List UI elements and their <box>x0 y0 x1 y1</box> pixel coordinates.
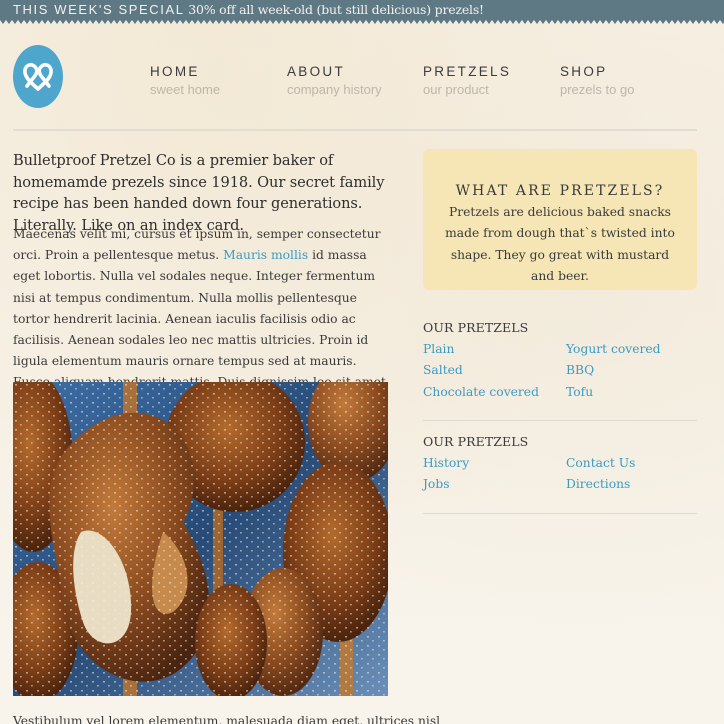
link-directions[interactable]: Directions <box>566 477 630 491</box>
promo-text: 30% off all week-old (but still deliciou… <box>188 2 484 17</box>
link-jobs[interactable]: Jobs <box>423 477 450 491</box>
link-contact-us[interactable]: Contact Us <box>566 456 635 470</box>
link-yogurt-covered[interactable]: Yogurt covered <box>566 342 661 356</box>
promo-bar-zigzag-edge <box>0 20 724 24</box>
infobox-text: Pretzels are delicious baked snacks made… <box>445 205 675 284</box>
nav-pretzels[interactable]: PRETZELS our product <box>423 64 511 98</box>
nav-pretzels-title: PRETZELS <box>423 64 512 79</box>
footer-paragraph: Vestibulum vel lorem elementum, malesuad… <box>13 714 441 724</box>
nav-shop-title: SHOP <box>560 64 608 79</box>
sidebar-divider-1 <box>423 420 697 421</box>
link-salted[interactable]: Salted <box>423 363 463 377</box>
nav-about[interactable]: ABOUT company history <box>287 64 382 98</box>
nav-shop-subtitle: prezels to go <box>560 82 635 97</box>
link-tofu[interactable]: Tofu <box>566 385 593 399</box>
what-are-pretzels-box: WHAT ARE PRETZELS? Pretzels are deliciou… <box>423 149 697 290</box>
mauris-mollis-link[interactable]: Mauris mollis <box>223 248 308 262</box>
sidebar-divider-2 <box>423 513 697 514</box>
our-pretzels-heading: OUR PRETZELS <box>423 320 529 335</box>
nav-about-subtitle: company history <box>287 82 382 97</box>
pretzels-photo <box>13 382 388 696</box>
link-plain[interactable]: Plain <box>423 342 454 356</box>
nav-home-title: HOME <box>150 64 200 79</box>
pretzel-icon <box>23 63 53 91</box>
header-divider <box>13 129 697 131</box>
infobox-title: WHAT ARE PRETZELS? <box>455 183 665 199</box>
nav-about-title: ABOUT <box>287 64 346 79</box>
second-section-heading: OUR PRETZELS <box>423 434 529 449</box>
pretzel-logo[interactable] <box>13 45 63 108</box>
nav-home[interactable]: HOME sweet home <box>150 64 220 98</box>
promo-bar: THIS WEEK'S SPECIAL 30% off all week-old… <box>0 0 724 20</box>
nav-home-subtitle: sweet home <box>150 82 221 97</box>
nav-shop[interactable]: SHOP prezels to go <box>560 64 634 98</box>
link-chocolate-covered[interactable]: Chocolate covered <box>423 385 539 399</box>
link-history[interactable]: History <box>423 456 469 470</box>
nav-pretzels-subtitle: our product <box>423 82 489 97</box>
promo-label: THIS WEEK'S SPECIAL <box>13 2 185 17</box>
link-bbq[interactable]: BBQ <box>566 363 594 377</box>
pretzels-image <box>13 382 388 696</box>
